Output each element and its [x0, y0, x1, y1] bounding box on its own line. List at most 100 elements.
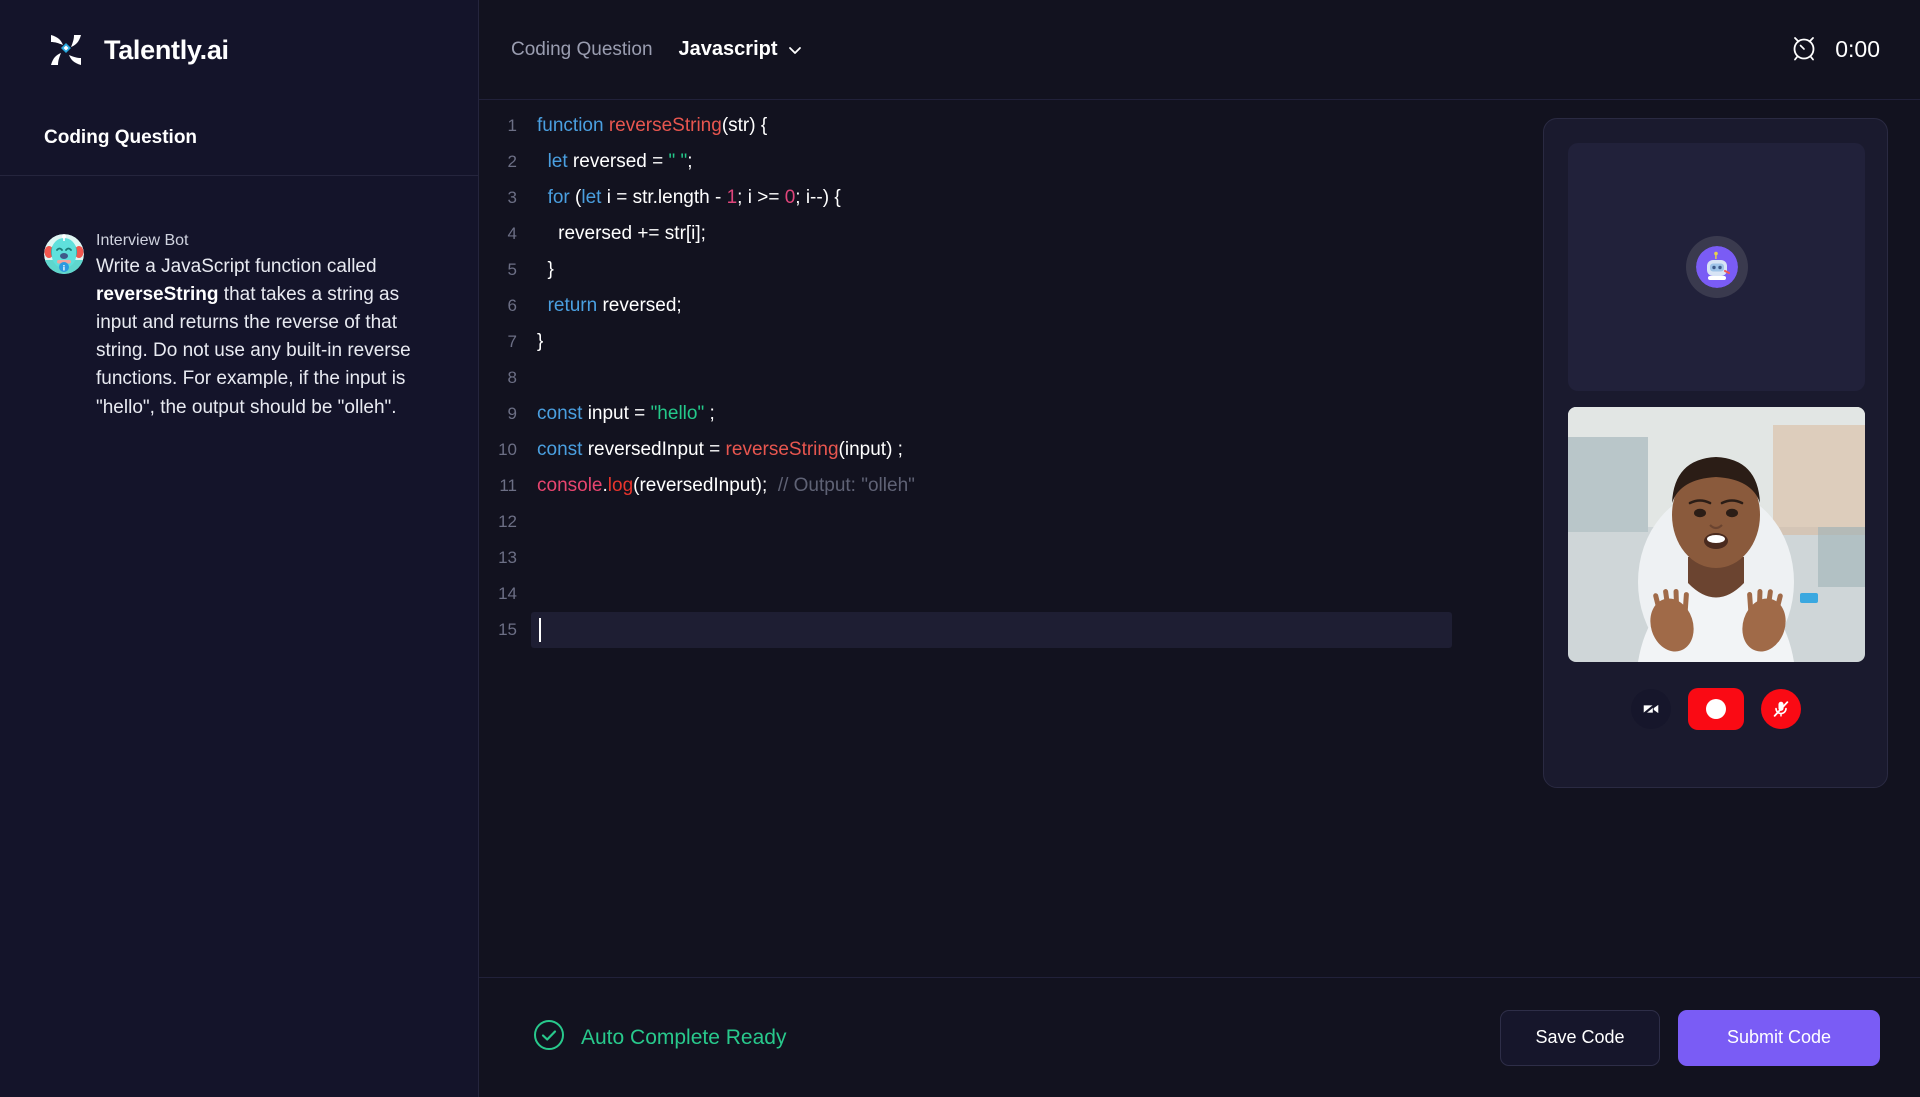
save-code-button[interactable]: Save Code — [1500, 1009, 1660, 1066]
code-line-content: for (let i = str.length - 1; i >= 0; i--… — [531, 187, 841, 209]
code-token: } — [537, 331, 544, 352]
code-token: 0 — [784, 187, 796, 208]
code-token: console — [537, 475, 603, 496]
editor-area: 1 function reverseString(str) {2 let reve… — [479, 100, 1920, 977]
status-label: Auto Complete Ready — [581, 1025, 787, 1049]
line-number: 15 — [498, 620, 517, 639]
line-number: 4 — [507, 224, 517, 243]
code-line-content: } — [531, 331, 543, 353]
submit-code-button[interactable]: Submit Code — [1678, 1009, 1880, 1066]
timer-value: 0:00 — [1835, 36, 1880, 62]
code-token: reverseString — [608, 115, 722, 136]
line-number: 3 — [507, 188, 517, 207]
question-function-name: reverseString — [96, 284, 219, 306]
code-token: // Output: "olleh" — [777, 475, 915, 496]
check-circle-icon — [533, 1019, 565, 1056]
question-part-1: Write a JavaScript function called — [96, 256, 377, 277]
code-token: ( — [569, 187, 582, 208]
sidebar: Talently.ai Coding Question i Interview … — [0, 0, 479, 1097]
line-number: 8 — [507, 368, 517, 387]
text-cursor — [539, 618, 541, 642]
topbar: Coding Question Javascript 0:00 — [479, 0, 1920, 100]
code-line-content: const input = "hello" ; — [531, 403, 715, 425]
code-token: ; — [687, 151, 693, 172]
coding-question-text: Write a JavaScript function called rever… — [96, 253, 438, 422]
code-line-content: const reversedInput = reverseString(inpu… — [531, 439, 903, 461]
line-number: 14 — [498, 584, 517, 603]
code-token: "hello" — [650, 403, 705, 424]
language-label: Javascript — [678, 38, 778, 60]
record-dot — [1705, 699, 1726, 719]
code-line-content: return reversed; — [531, 295, 682, 317]
code-token: let — [547, 151, 568, 172]
brand-name: Talently.ai — [104, 34, 229, 65]
brand-header: Talently.ai — [0, 0, 478, 100]
code-token: i = str.length - — [601, 187, 727, 208]
active-line-highlight — [531, 612, 1452, 648]
code-token: ; i--) { — [795, 187, 841, 208]
code-line-content: let reversed = " "; — [531, 151, 693, 173]
breadcrumb: Coding Question — [511, 38, 653, 60]
media-controls — [1568, 688, 1863, 730]
code-token: const — [537, 439, 583, 460]
interview-bot-message: i Interview Bot Write a JavaScript funct… — [0, 176, 478, 422]
code-token: let — [581, 187, 602, 208]
line-number: 10 — [498, 440, 517, 459]
code-token: function — [537, 115, 604, 136]
code-line-content: } — [531, 259, 554, 281]
code-token: (str) { — [721, 115, 768, 136]
code-token: return — [547, 295, 598, 316]
line-number: 12 — [498, 512, 517, 531]
record-icon[interactable] — [1687, 688, 1744, 730]
interview-bot-avatar-icon: i — [44, 234, 84, 274]
ai-interviewer-stage — [1568, 143, 1865, 391]
line-number: 11 — [499, 476, 517, 495]
language-selector[interactable]: Javascript — [679, 38, 803, 61]
ai-robot-avatar-icon — [1695, 246, 1738, 288]
code-token: reversed += str[i]; — [537, 223, 706, 244]
code-token: 1 — [726, 187, 738, 208]
talently-logo-icon — [44, 28, 88, 72]
sidebar-title: Coding Question — [44, 126, 198, 148]
bot-message-body: Interview Bot Write a JavaScript functio… — [96, 232, 438, 422]
alarm-clock-icon — [1789, 32, 1819, 67]
line-number: 6 — [507, 296, 517, 315]
code-token: ; — [704, 403, 715, 424]
line-number: 1 — [507, 116, 517, 135]
line-number: 7 — [507, 332, 517, 351]
code-token: " " — [668, 151, 688, 172]
line-number: 2 — [507, 152, 517, 171]
camera-off-icon[interactable] — [1630, 689, 1671, 729]
code-token: log — [607, 475, 634, 496]
interview-timer: 0:00 — [1789, 32, 1880, 67]
video-panel — [1543, 118, 1888, 788]
main-content: Coding Question Javascript 0:00 1 functi… — [479, 0, 1920, 1097]
line-number: 9 — [507, 404, 517, 423]
code-token: reversedInput = — [582, 439, 726, 460]
bot-name: Interview Bot — [96, 232, 189, 249]
microphone-muted-icon[interactable] — [1760, 689, 1801, 729]
svg-text:i: i — [63, 264, 65, 272]
code-token: ; i >= — [737, 187, 785, 208]
coding-interview-app: Talently.ai Coding Question i Interview … — [0, 0, 1920, 1097]
candidate-camera-feed — [1568, 407, 1865, 662]
code-line-content: console.log(reversedInput); // Output: "… — [531, 475, 915, 497]
footer-actions: Save Code Submit Code — [1500, 1009, 1880, 1066]
ai-avatar-ring — [1685, 236, 1748, 298]
code-token: for — [547, 187, 570, 208]
code-line-content — [531, 618, 541, 642]
code-token: reverseString — [725, 439, 839, 460]
code-line-content: function reverseString(str) { — [531, 115, 767, 137]
line-number: 13 — [498, 548, 517, 567]
chevron-down-icon — [787, 42, 803, 58]
code-line-content: reversed += str[i]; — [531, 223, 706, 245]
code-token: (reversedInput); — [633, 475, 778, 496]
line-number: 5 — [507, 260, 517, 279]
code-token: input = — [582, 403, 651, 424]
footer-bar: Auto Complete Ready Save Code Submit Cod… — [479, 977, 1920, 1097]
autocomplete-status: Auto Complete Ready — [511, 1019, 786, 1056]
code-token: reversed; — [597, 295, 682, 316]
